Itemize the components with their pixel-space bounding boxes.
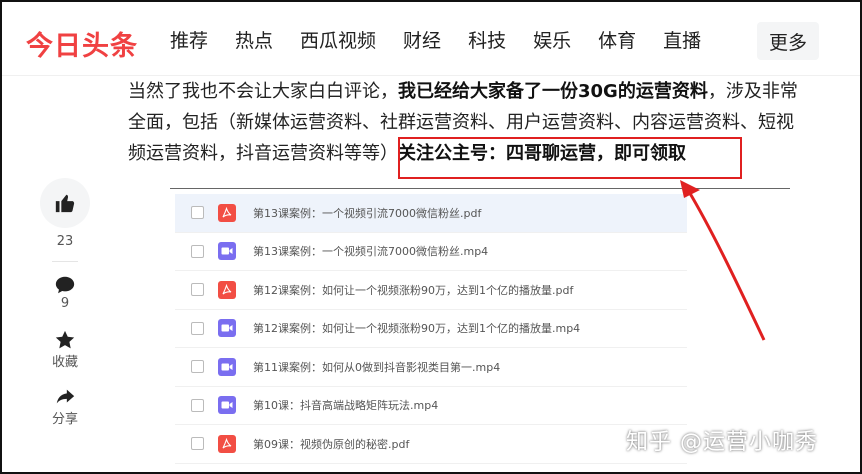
zhihu-watermark: 知乎 @运营小咖秀 — [626, 430, 818, 455]
red-annotation-arrow — [680, 180, 766, 341]
